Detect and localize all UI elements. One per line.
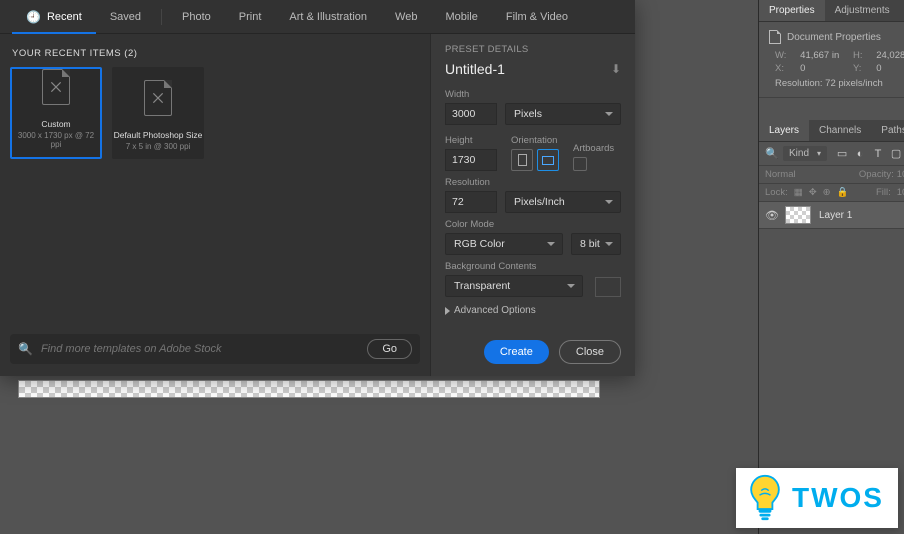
blend-mode-select[interactable]: Normal (765, 169, 829, 180)
layer-name: Layer 1 (819, 210, 852, 221)
doc-name[interactable]: Untitled-1 (445, 61, 505, 77)
width-unit-select[interactable]: Pixels (505, 103, 621, 125)
filter-type-icon[interactable]: T (871, 148, 885, 160)
preset-title: Default Photoshop Size (114, 130, 203, 140)
watermark: TWOS (736, 468, 898, 528)
tab-channels[interactable]: Channels (809, 120, 871, 141)
h-label: H: (853, 50, 864, 61)
bg-label: Background Contents (445, 261, 621, 272)
lock-label: Lock: (765, 187, 788, 198)
orientation-landscape[interactable] (537, 149, 559, 171)
preset-sub: 3000 x 1730 px @ 72 ppi (12, 131, 100, 149)
doc-properties-label: Document Properties (787, 32, 881, 43)
crossed-tools-icon (49, 80, 63, 94)
tab-layers[interactable]: Layers (759, 120, 809, 141)
fill-value[interactable]: 100% (897, 187, 904, 198)
artboards-checkbox[interactable] (573, 157, 587, 171)
visibility-eye-icon[interactable]: 👁 (765, 209, 777, 222)
clock-icon: 🕘 (26, 10, 41, 24)
resolution-label: Resolution (445, 177, 621, 188)
preset-details-column: PRESET DETAILS Untitled-1 ⬇ Width Pixels… (430, 34, 635, 376)
tab-paths[interactable]: Paths (871, 120, 904, 141)
page-fold-icon (42, 69, 70, 105)
preset-details-title: PRESET DETAILS (445, 44, 621, 55)
tab-mobile[interactable]: Mobile (431, 0, 491, 33)
orientation-portrait[interactable] (511, 149, 533, 171)
preset-sub: 7 x 5 in @ 300 ppi (126, 142, 191, 151)
filter-shape-icon[interactable]: ▢ (889, 147, 903, 160)
tab-saved[interactable]: Saved (96, 0, 155, 33)
preset-default-ps[interactable]: Default Photoshop Size 7 x 5 in @ 300 pp… (112, 67, 204, 159)
bg-select[interactable]: Transparent (445, 275, 583, 297)
stock-search-input[interactable] (41, 343, 359, 355)
search-icon[interactable]: 🔍 (765, 147, 779, 160)
resolution-unit-select[interactable]: Pixels/Inch (505, 191, 621, 213)
y-label: Y: (853, 63, 864, 74)
tab-adjustments[interactable]: Adjustments (825, 0, 900, 21)
bg-swatch[interactable] (595, 277, 621, 297)
presets-column: YOUR RECENT ITEMS (2) Custom 3000 x 1730… (0, 34, 430, 376)
height-input[interactable] (445, 149, 497, 171)
lightbulb-icon (746, 474, 784, 522)
tab-recent[interactable]: 🕘Recent (12, 0, 96, 33)
tab-film[interactable]: Film & Video (492, 0, 582, 33)
category-tabs: 🕘Recent Saved Photo Print Art & Illustra… (0, 0, 635, 34)
x-value: 0 (800, 63, 841, 74)
resolution-readout: Resolution: 72 pixels/inch (775, 78, 904, 89)
filter-image-icon[interactable]: ▭ (835, 147, 849, 160)
colormode-select[interactable]: RGB Color (445, 233, 563, 255)
fill-label: Fill: (876, 187, 891, 198)
w-label: W: (775, 50, 788, 61)
create-button[interactable]: Create (484, 340, 549, 364)
filter-adjust-icon[interactable]: ◐ (853, 148, 867, 160)
lock-position-icon[interactable]: ✥ (809, 187, 817, 198)
artboards-label: Artboards (573, 143, 614, 154)
bitdepth-select[interactable]: 8 bit (571, 233, 621, 255)
resolution-input[interactable] (445, 191, 497, 213)
colormode-label: Color Mode (445, 219, 621, 230)
new-document-dialog: 🕘Recent Saved Photo Print Art & Illustra… (0, 0, 635, 376)
canvas-transparency (18, 380, 600, 398)
x-label: X: (775, 63, 788, 74)
y-value: 0 (876, 63, 904, 74)
tab-properties[interactable]: Properties (759, 0, 825, 21)
save-preset-icon[interactable]: ⬇ (611, 62, 621, 76)
go-button[interactable]: Go (367, 339, 412, 359)
tab-art[interactable]: Art & Illustration (275, 0, 381, 33)
layer-row[interactable]: 👁 Layer 1 (759, 202, 904, 228)
page-fold-icon (144, 80, 172, 116)
crossed-tools-icon (151, 91, 165, 105)
width-input[interactable] (445, 103, 497, 125)
search-icon: 🔍 (18, 342, 33, 356)
lock-pixels-icon[interactable]: ▦ (794, 187, 803, 198)
recent-items-label: YOUR RECENT ITEMS (2) (12, 48, 420, 59)
kind-select[interactable]: Kind▾ (783, 146, 827, 161)
stock-search-bar: 🔍 Go (10, 334, 420, 364)
lock-all-icon[interactable]: 🔒 (837, 187, 849, 198)
close-button[interactable]: Close (559, 340, 621, 364)
opacity-value[interactable]: 100% (897, 169, 904, 180)
preset-custom[interactable]: Custom 3000 x 1730 px @ 72 ppi (10, 67, 102, 159)
preset-title: Custom (41, 119, 70, 129)
tab-print[interactable]: Print (225, 0, 276, 33)
lock-artboard-icon[interactable]: ⊕ (823, 187, 831, 198)
document-icon (769, 30, 781, 44)
w-value: 41,667 in (800, 50, 841, 61)
tab-divider (161, 9, 162, 25)
width-label: Width (445, 89, 621, 100)
tab-web[interactable]: Web (381, 0, 431, 33)
height-label: Height (445, 135, 497, 146)
watermark-text: TWOS (792, 482, 884, 514)
layer-thumb (785, 206, 811, 224)
advanced-options-toggle[interactable]: Advanced Options (445, 305, 621, 316)
h-value: 24,028 in (876, 50, 904, 61)
opacity-label: Opacity: (859, 169, 894, 180)
tab-photo[interactable]: Photo (168, 0, 225, 33)
orientation-label: Orientation (511, 135, 559, 146)
right-panel: Properties Adjustments Document Properti… (758, 0, 904, 534)
